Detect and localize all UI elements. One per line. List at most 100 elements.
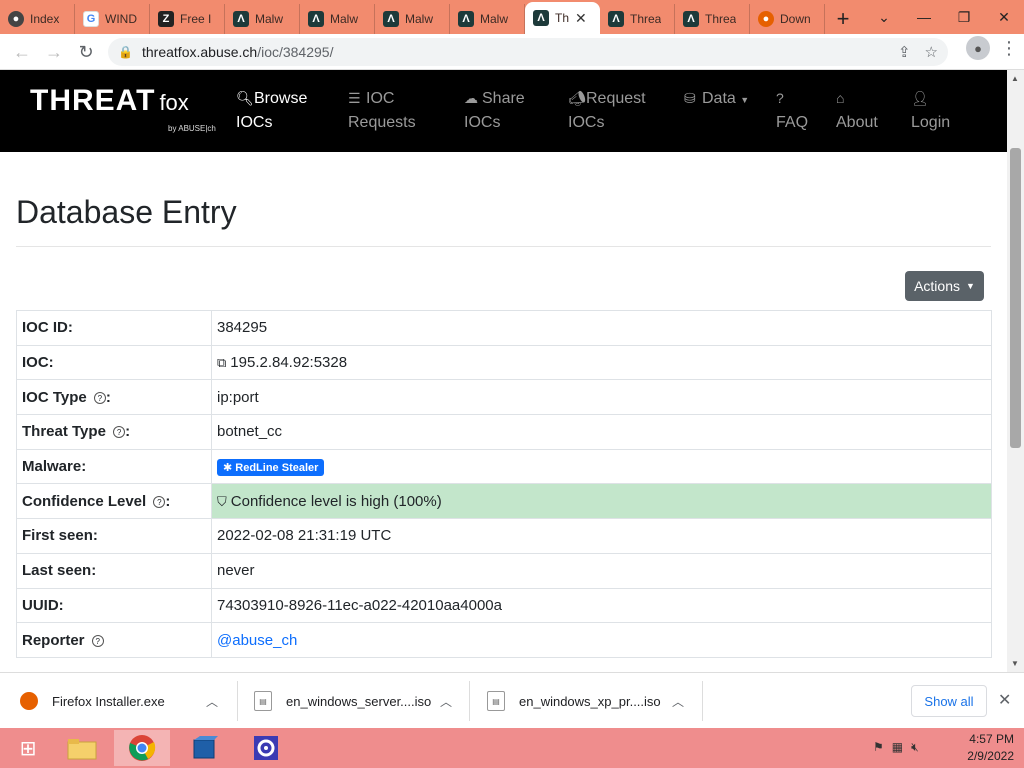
firefox-icon: ● [758, 11, 774, 27]
row-label-threat-type: Threat Type ?: [16, 414, 212, 450]
bookmark-star-icon[interactable]: ☆ [925, 43, 938, 61]
forward-button[interactable]: → [38, 36, 70, 68]
restore-icon[interactable]: ❐ [944, 0, 984, 34]
row-value-malware: ✱ RedLine Stealer [211, 448, 992, 485]
scroll-down-icon[interactable]: ▼ [1011, 659, 1019, 668]
table-row: Reporter ? @abuse_ch [16, 622, 992, 658]
download-item-firefox[interactable]: Firefox Installer.exe [20, 673, 165, 729]
tab-search-icon[interactable]: ⌄ [864, 0, 904, 34]
row-value-first-seen: 2022-02-08 21:31:19 UTC [211, 518, 992, 554]
nav-ioc-requests[interactable]: ☰ IOC Requests [348, 86, 416, 135]
close-tab-icon[interactable]: ✕ [575, 10, 587, 27]
anyrun-icon: Λ [308, 11, 324, 27]
gear-icon [254, 736, 278, 760]
browser-tab-strip: ● Index G WIND Z Free I Λ Malw Λ Malw Λ Malw Λ… [0, 0, 1024, 34]
browser-menu-icon[interactable]: ⋮ [1000, 38, 1018, 59]
tab-index[interactable]: ● Index [0, 4, 75, 34]
system-tray: ⚑ ▦ 🔇︎ [873, 740, 919, 755]
scrollbar-thumb[interactable] [1010, 148, 1021, 448]
virtualbox-icon [193, 736, 218, 759]
close-window-icon[interactable]: ✕ [984, 0, 1024, 34]
tab-active-threatfox[interactable]: Λ Th ✕ [525, 2, 600, 34]
tab-wind[interactable]: G WIND [75, 4, 150, 34]
lock-icon[interactable]: 🔒 [118, 45, 134, 59]
row-label-first-seen: First seen: [16, 518, 212, 554]
tab-malw-3[interactable]: Λ Malw [375, 4, 450, 34]
nav-login[interactable]: 👤︎ Login [911, 86, 950, 135]
table-row: UUID: 74303910-8926-11ec-a022-42010aa400… [16, 587, 992, 624]
help-icon[interactable]: ? [91, 634, 104, 647]
chevron-up-icon[interactable]: ︿ [206, 693, 218, 710]
nav-request-iocs[interactable]: 📣︎Request IOCs [568, 86, 646, 135]
url-path: /ioc/384295/ [257, 44, 334, 60]
share-icon[interactable]: ⇪ [898, 43, 911, 61]
folder-icon [67, 739, 97, 760]
main-content: Database Entry Actions ▼ IOC ID: 384295 I… [0, 152, 1007, 672]
row-label-confidence: Confidence Level ?: [16, 483, 212, 520]
tab-threa-1[interactable]: Λ Threa [600, 4, 675, 34]
help-icon[interactable]: ? [113, 426, 126, 439]
profile-avatar-icon[interactable]: ● [966, 36, 990, 60]
nav-browse-iocs[interactable]: 🔍︎Browse IOCs [236, 86, 307, 135]
help-icon[interactable]: ? [153, 495, 166, 508]
address-bar[interactable]: 🔒 threatfox.abuse.ch/ioc/384295/ ⇪ ☆ [108, 38, 948, 66]
nav-data-dropdown[interactable]: ⛁ Data ▼ [684, 86, 749, 112]
show-all-downloads-button[interactable]: Show all [911, 685, 987, 717]
nav-about[interactable]: ⌂ About [836, 86, 878, 135]
row-label-ioc-type: IOC Type ?: [16, 379, 212, 416]
download-item-xp-iso[interactable]: ▤ en_windows_xp_pr....iso [487, 673, 661, 729]
tab-down[interactable]: ● Down [750, 4, 825, 34]
network-icon[interactable]: ▦ [892, 740, 903, 755]
action-center-flag-icon[interactable]: ⚑ [873, 740, 884, 755]
reload-button[interactable]: ↻ [70, 36, 102, 68]
zone-icon: Z [158, 11, 174, 27]
tab-malw-4[interactable]: Λ Malw [450, 4, 525, 34]
list-icon: ☰ [348, 90, 361, 106]
tab-malw-2[interactable]: Λ Malw [300, 4, 375, 34]
taskbar-virtualbox[interactable] [176, 730, 232, 766]
copy-icon[interactable]: ⧉ [217, 355, 226, 371]
new-tab-button[interactable]: + [825, 4, 861, 34]
taskbar-settings[interactable] [238, 730, 294, 766]
anyrun-icon: Λ [608, 11, 624, 27]
table-row: Malware: ✱ RedLine Stealer [16, 448, 992, 485]
tab-threa-2[interactable]: Λ Threa [675, 4, 750, 34]
tab-free[interactable]: Z Free I [150, 4, 225, 34]
scroll-up-icon[interactable]: ▲ [1011, 74, 1019, 83]
anyrun-icon: Λ [233, 11, 249, 27]
minimize-icon[interactable]: — [904, 0, 944, 34]
table-row: IOC: ⧉ 195.2.84.92:5328 [16, 344, 992, 381]
clock[interactable]: 4:57 PM 2/9/2022 [967, 731, 1014, 765]
separator [469, 681, 470, 721]
volume-muted-icon[interactable]: 🔇︎ [911, 740, 919, 755]
chevron-up-icon[interactable]: ︿ [672, 693, 684, 710]
threatfox-logo[interactable]: THREAT fox by ABUSE|ch [30, 84, 216, 133]
row-value-threat-type: botnet_cc [211, 414, 992, 450]
anyrun-icon: Λ [683, 11, 699, 27]
chevron-up-icon[interactable]: ︿ [440, 693, 452, 710]
row-value-ioc-type: ip:port [211, 379, 992, 416]
actions-dropdown-button[interactable]: Actions ▼ [905, 271, 984, 301]
close-downloads-icon[interactable]: ✕ [998, 690, 1011, 710]
nav-faq[interactable]: ? FAQ [776, 86, 808, 135]
download-item-server-iso[interactable]: ▤ en_windows_server....iso [254, 673, 431, 729]
start-button[interactable]: ⊞ [0, 730, 56, 766]
reporter-link[interactable]: @abuse_ch [217, 632, 297, 649]
anyrun-icon: Λ [383, 11, 399, 27]
back-button[interactable]: ← [6, 36, 38, 68]
github-icon: ● [8, 11, 24, 27]
row-label-ioc-id: IOC ID: [16, 310, 212, 346]
row-value-ioc-id: 384295 [211, 310, 992, 346]
taskbar-chrome[interactable] [114, 730, 170, 766]
site-navbar: THREAT fox by ABUSE|ch 🔍︎Browse IOCs ☰ IOC R… [0, 70, 1007, 152]
separator [237, 681, 238, 721]
bug-icon: ✱ [223, 461, 236, 474]
help-icon[interactable]: ? [93, 391, 106, 404]
malware-badge-link[interactable]: ✱ RedLine Stealer [217, 458, 325, 476]
tab-malw-1[interactable]: Λ Malw [225, 4, 300, 34]
page-scrollbar[interactable]: ▲ ▼ [1007, 70, 1024, 672]
row-value-reporter: @abuse_ch [211, 622, 992, 658]
nav-share-iocs[interactable]: ☁ Share IOCs [464, 86, 525, 135]
taskbar-file-explorer[interactable] [54, 730, 110, 766]
row-value-uuid: 74303910-8926-11ec-a022-42010aa4000a [211, 587, 992, 624]
